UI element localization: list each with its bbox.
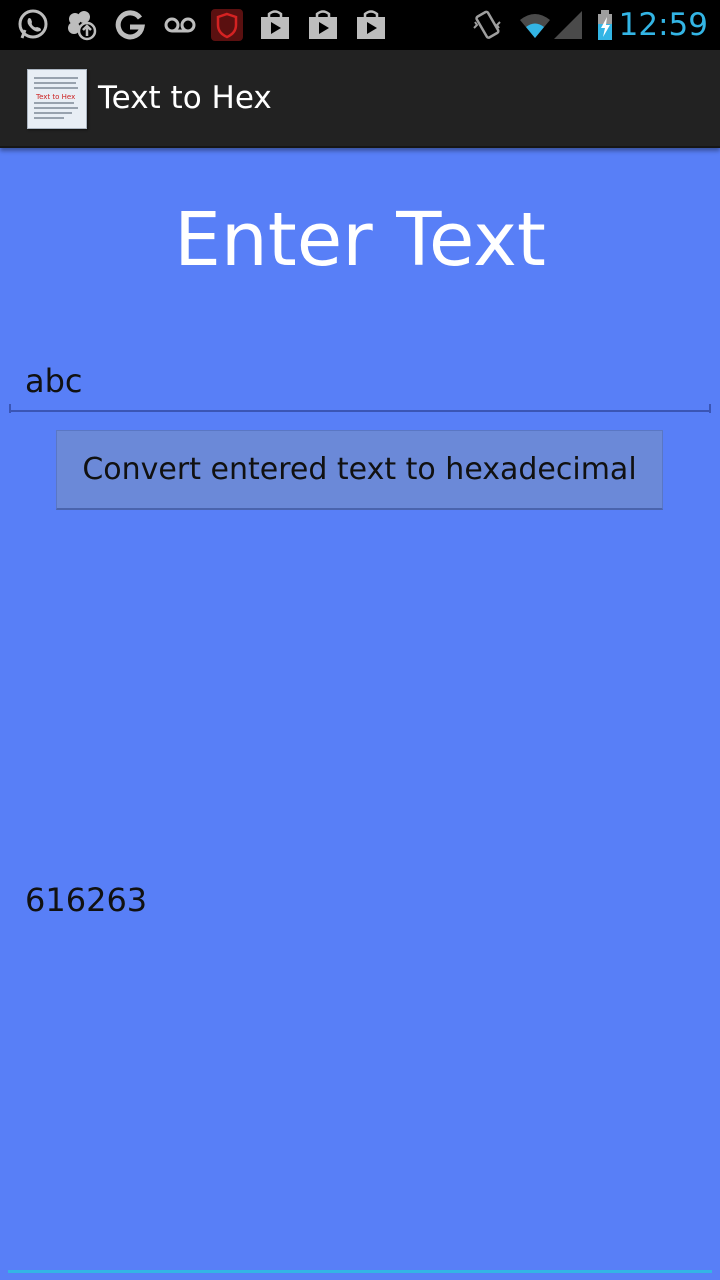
hex-result: 616263 — [25, 881, 148, 919]
app-icon-logo-text: Text to Hex — [36, 93, 76, 101]
shield-app-icon — [210, 8, 244, 42]
play-store-icon — [258, 8, 292, 42]
input-underline-left-tick — [9, 404, 11, 413]
battery-charging-icon — [588, 8, 622, 42]
text-input[interactable] — [9, 352, 711, 412]
status-clock: 12:59 — [618, 7, 708, 43]
bottom-accent-line — [8, 1270, 712, 1273]
app-icon[interactable]: Text to Hex — [27, 69, 87, 129]
app-title: Text to Hex — [98, 80, 272, 116]
clover-upload-icon — [64, 8, 98, 42]
play-store-bag-icon — [354, 8, 388, 42]
voicemail-icon — [163, 8, 197, 42]
vibrate-icon — [470, 8, 504, 42]
convert-button[interactable]: Convert entered text to hexadecimal — [56, 430, 663, 510]
status-bar: 12:59 — [0, 0, 720, 50]
page-heading: Enter Text — [174, 197, 546, 283]
input-underline-right-tick — [709, 404, 711, 413]
google-icon — [113, 8, 147, 42]
whatsapp-icon — [16, 8, 50, 42]
signal-icon — [552, 8, 586, 42]
wifi-icon — [518, 8, 552, 42]
play-store-bag-icon — [306, 8, 340, 42]
